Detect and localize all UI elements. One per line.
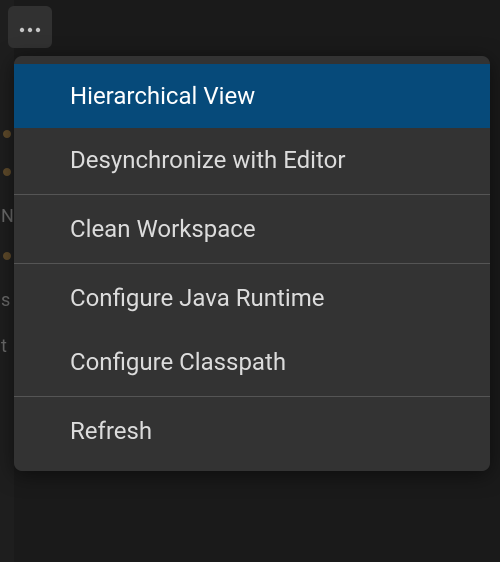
ellipsis-icon (19, 18, 41, 37)
sidebar-dot (3, 168, 11, 176)
menu-item-refresh[interactable]: Refresh (14, 399, 490, 463)
menu-separator (14, 194, 490, 195)
sidebar-dot (3, 252, 11, 260)
more-actions-button[interactable] (8, 6, 52, 48)
sidebar-dot (3, 130, 11, 138)
menu-separator (14, 396, 490, 397)
sidebar-char: t (1, 336, 14, 357)
menu-item-clean-workspace[interactable]: Clean Workspace (14, 197, 490, 261)
menu-item-hierarchical-view[interactable]: Hierarchical View (14, 64, 490, 128)
menu-item-configure-java-runtime[interactable]: Configure Java Runtime (14, 266, 490, 330)
context-menu: Hierarchical ViewDesynchronize with Edit… (14, 56, 490, 471)
sidebar-char: N (1, 206, 14, 227)
sidebar-char: s (1, 290, 14, 311)
sidebar-strip: N s t (0, 0, 14, 562)
menu-item-configure-classpath[interactable]: Configure Classpath (14, 330, 490, 394)
menu-separator (14, 263, 490, 264)
menu-item-desync-editor[interactable]: Desynchronize with Editor (14, 128, 490, 192)
